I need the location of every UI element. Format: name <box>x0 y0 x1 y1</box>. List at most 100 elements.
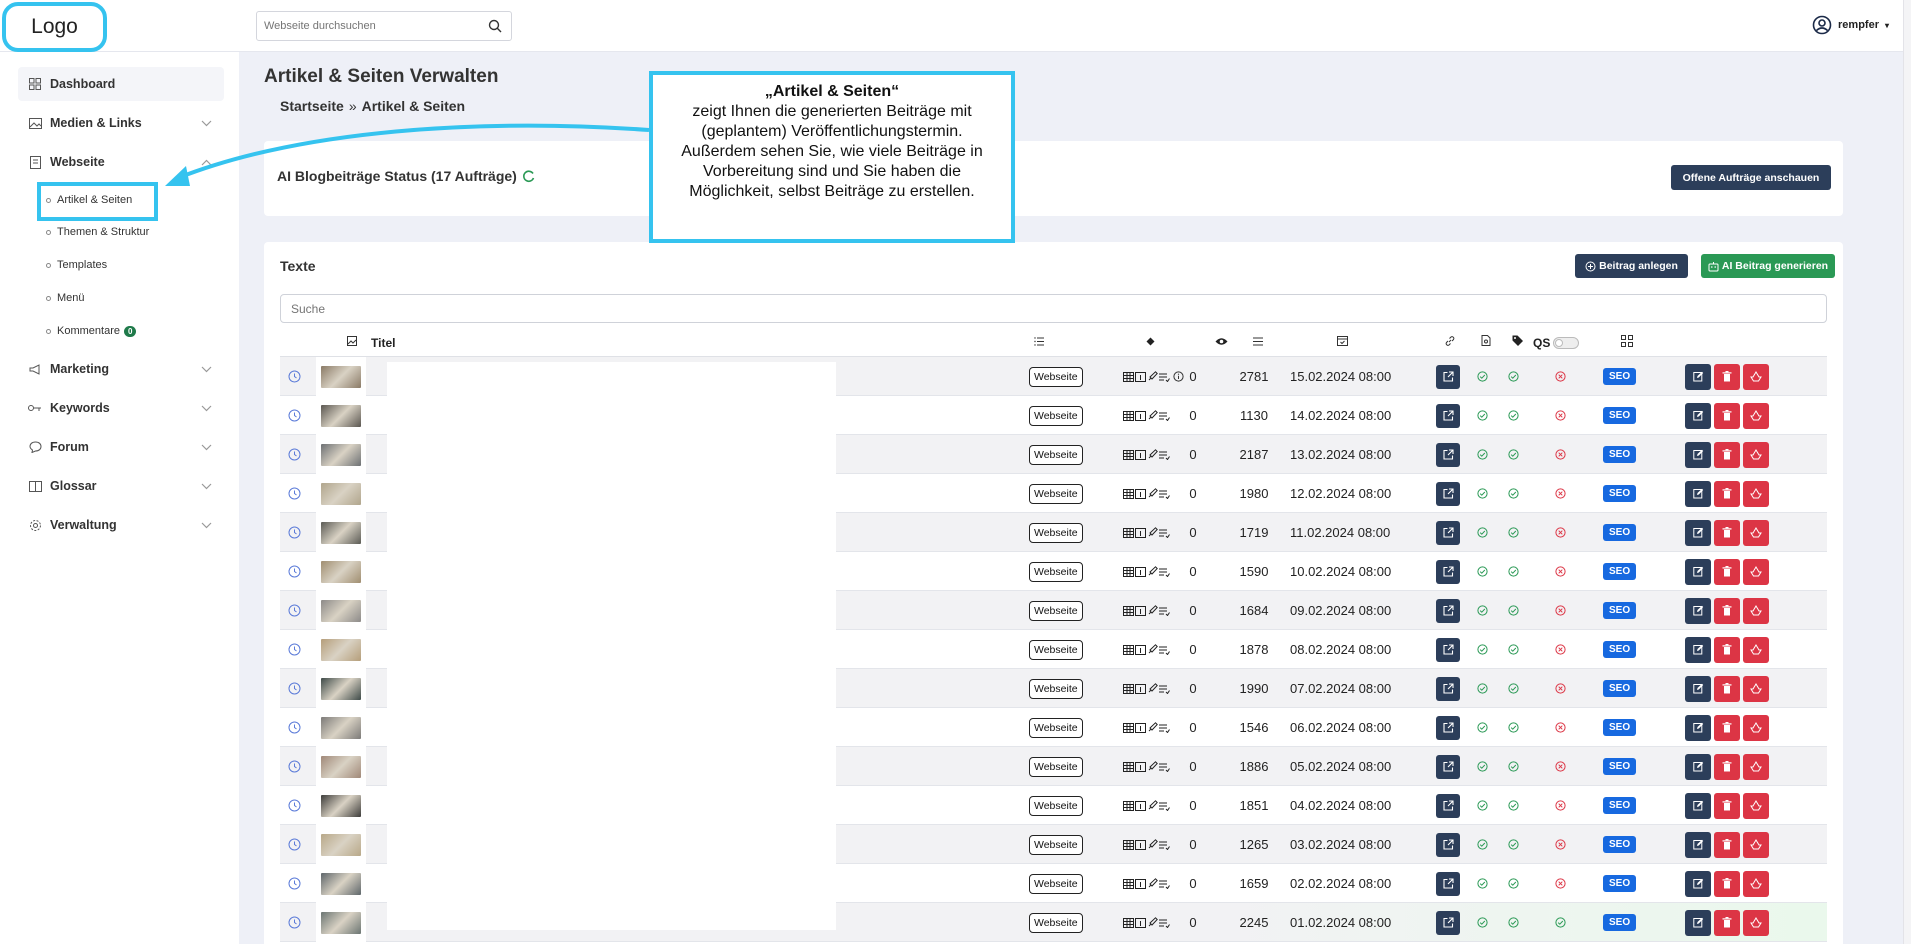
recycle-button[interactable] <box>1743 402 1769 429</box>
type-badge[interactable]: Webseite <box>1029 600 1083 621</box>
edit-button[interactable] <box>1685 558 1711 585</box>
delete-button[interactable] <box>1714 753 1740 780</box>
seo-badge[interactable]: SEO <box>1603 435 1637 474</box>
sidebar-item-glossar[interactable]: Glossar <box>18 469 224 503</box>
search-icon[interactable] <box>488 19 502 33</box>
delete-button[interactable] <box>1714 870 1740 897</box>
table-search[interactable] <box>280 294 1827 323</box>
sidebar-subitem-themen[interactable]: Themen & Struktur <box>46 222 149 242</box>
qs-toggle[interactable] <box>1553 337 1579 352</box>
type-badge[interactable]: Webseite <box>1029 834 1083 855</box>
recycle-button[interactable] <box>1743 792 1769 819</box>
open-external-button[interactable] <box>1436 474 1460 513</box>
open-external-button[interactable] <box>1436 747 1460 786</box>
seo-badge[interactable]: SEO <box>1603 825 1637 864</box>
delete-button[interactable] <box>1714 909 1740 936</box>
open-external-button[interactable] <box>1436 825 1460 864</box>
recycle-button[interactable] <box>1743 558 1769 585</box>
edit-button[interactable] <box>1685 480 1711 507</box>
sidebar-subitem-templates[interactable]: Templates <box>46 255 107 275</box>
recycle-button[interactable] <box>1743 441 1769 468</box>
open-external-button[interactable] <box>1436 864 1460 903</box>
sidebar-item-dashboard[interactable]: Dashboard <box>18 67 224 101</box>
recycle-button[interactable] <box>1743 831 1769 858</box>
type-badge[interactable]: Webseite <box>1029 639 1083 660</box>
type-badge[interactable]: Webseite <box>1029 756 1083 777</box>
open-external-button[interactable] <box>1436 786 1460 825</box>
open-external-button[interactable] <box>1436 396 1460 435</box>
open-external-button[interactable] <box>1436 708 1460 747</box>
type-badge[interactable]: Webseite <box>1029 405 1083 426</box>
page-scrollbar[interactable] <box>1903 0 1911 944</box>
open-external-button[interactable] <box>1436 435 1460 474</box>
post-thumbnail[interactable] <box>321 794 361 817</box>
recycle-button[interactable] <box>1743 480 1769 507</box>
edit-button[interactable] <box>1685 636 1711 663</box>
open-external-button[interactable] <box>1436 903 1460 942</box>
sidebar-item-verwaltung[interactable]: Verwaltung <box>18 508 224 542</box>
delete-button[interactable] <box>1714 441 1740 468</box>
seo-badge[interactable]: SEO <box>1603 513 1637 552</box>
delete-button[interactable] <box>1714 636 1740 663</box>
edit-button[interactable] <box>1685 675 1711 702</box>
edit-button[interactable] <box>1685 363 1711 390</box>
type-badge[interactable]: Webseite <box>1029 873 1083 894</box>
edit-button[interactable] <box>1685 831 1711 858</box>
seo-badge[interactable]: SEO <box>1603 591 1637 630</box>
delete-button[interactable] <box>1714 714 1740 741</box>
type-badge[interactable]: Webseite <box>1029 717 1083 738</box>
open-external-button[interactable] <box>1436 669 1460 708</box>
type-badge[interactable]: Webseite <box>1029 483 1083 504</box>
post-thumbnail[interactable] <box>321 755 361 778</box>
open-orders-button[interactable]: Offene Aufträge anschauen <box>1671 165 1831 190</box>
post-thumbnail[interactable] <box>321 521 361 544</box>
new-post-button[interactable]: Beitrag anlegen <box>1575 254 1688 278</box>
edit-button[interactable] <box>1685 402 1711 429</box>
edit-button[interactable] <box>1685 597 1711 624</box>
sidebar-item-medien[interactable]: Medien & Links <box>18 106 224 140</box>
type-badge[interactable]: Webseite <box>1029 678 1083 699</box>
seo-badge[interactable]: SEO <box>1603 903 1637 942</box>
seo-badge[interactable]: SEO <box>1603 357 1637 396</box>
recycle-button[interactable] <box>1743 870 1769 897</box>
post-thumbnail[interactable] <box>321 404 361 427</box>
post-thumbnail[interactable] <box>321 560 361 583</box>
delete-button[interactable] <box>1714 519 1740 546</box>
user-menu[interactable]: rempfer ▾ <box>1812 15 1889 35</box>
post-thumbnail[interactable] <box>321 911 361 934</box>
edit-button[interactable] <box>1685 909 1711 936</box>
sidebar-subitem-menu[interactable]: Menü <box>46 288 85 308</box>
recycle-button[interactable] <box>1743 597 1769 624</box>
seo-badge[interactable]: SEO <box>1603 474 1637 513</box>
seo-badge[interactable]: SEO <box>1603 747 1637 786</box>
recycle-button[interactable] <box>1743 753 1769 780</box>
seo-badge[interactable]: SEO <box>1603 864 1637 903</box>
delete-button[interactable] <box>1714 675 1740 702</box>
delete-button[interactable] <box>1714 480 1740 507</box>
open-external-button[interactable] <box>1436 552 1460 591</box>
edit-button[interactable] <box>1685 519 1711 546</box>
table-search-input[interactable] <box>281 295 1826 322</box>
post-thumbnail[interactable] <box>321 443 361 466</box>
post-thumbnail[interactable] <box>321 833 361 856</box>
recycle-button[interactable] <box>1743 909 1769 936</box>
post-thumbnail[interactable] <box>321 365 361 388</box>
delete-button[interactable] <box>1714 558 1740 585</box>
edit-button[interactable] <box>1685 792 1711 819</box>
type-badge[interactable]: Webseite <box>1029 561 1083 582</box>
post-thumbnail[interactable] <box>321 677 361 700</box>
type-badge[interactable]: Webseite <box>1029 912 1083 933</box>
site-search-input[interactable] <box>257 12 472 40</box>
delete-button[interactable] <box>1714 831 1740 858</box>
open-external-button[interactable] <box>1436 591 1460 630</box>
recycle-button[interactable] <box>1743 363 1769 390</box>
seo-badge[interactable]: SEO <box>1603 786 1637 825</box>
edit-button[interactable] <box>1685 870 1711 897</box>
logo[interactable]: Logo <box>2 2 107 52</box>
open-external-button[interactable] <box>1436 630 1460 669</box>
delete-button[interactable] <box>1714 363 1740 390</box>
sidebar-item-forum[interactable]: Forum <box>18 430 224 464</box>
sidebar-item-keywords[interactable]: Keywords <box>18 391 224 425</box>
seo-badge[interactable]: SEO <box>1603 669 1637 708</box>
sidebar-subitem-kommentare[interactable]: Kommentare 0 <box>46 321 137 341</box>
